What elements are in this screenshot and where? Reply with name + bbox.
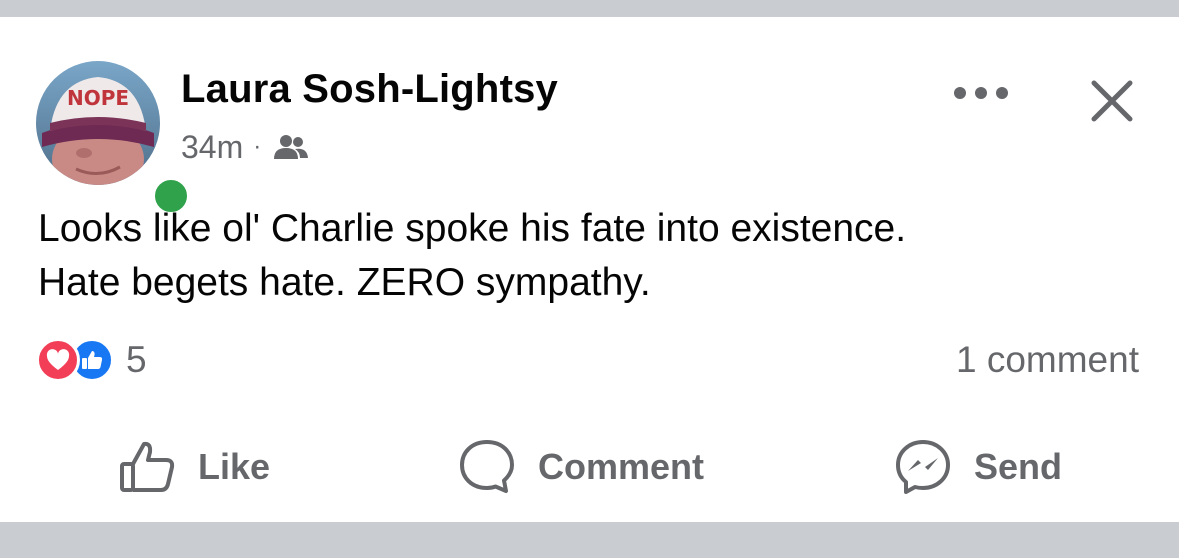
post-body-line: Hate begets hate. ZERO sympathy.	[38, 261, 651, 304]
messenger-icon	[896, 440, 950, 494]
post-card: NOPE Laura Sosh-Lightsy 34m · Looks like…	[0, 17, 1179, 522]
avatar-image: NOPE	[36, 61, 160, 185]
action-bar: Like Comment Send	[0, 437, 1179, 497]
avatar-hat-text: NOPE	[67, 86, 129, 110]
feed-divider-bottom	[0, 522, 1179, 558]
comment-bubble-icon	[460, 440, 514, 493]
avatar[interactable]: NOPE	[36, 61, 160, 185]
post-time[interactable]: 34m	[181, 129, 243, 166]
post-body-line: Looks like ol' Charlie spoke his fate in…	[38, 207, 907, 250]
friends-icon[interactable]	[273, 134, 309, 160]
send-label: Send	[974, 446, 1063, 487]
comment-button[interactable]: Comment	[458, 437, 704, 497]
like-button[interactable]: Like	[118, 437, 270, 497]
close-button[interactable]	[1084, 73, 1140, 129]
feed-divider-top	[0, 0, 1179, 17]
thumbs-up-icon	[120, 441, 175, 492]
meta-separator: ·	[253, 133, 262, 160]
post-meta: 34m ·	[181, 127, 309, 167]
reaction-count: 5	[126, 339, 147, 380]
close-icon	[1091, 80, 1133, 122]
more-options-button[interactable]	[952, 73, 1010, 113]
avatar-container[interactable]: NOPE	[36, 61, 192, 217]
comment-count-link[interactable]: 1 comment	[956, 337, 1139, 383]
like-label: Like	[198, 446, 271, 487]
send-button[interactable]: Send	[894, 437, 1062, 497]
more-dots-icon	[954, 87, 1008, 99]
author-name[interactable]: Laura Sosh-Lightsy	[181, 67, 558, 112]
love-reaction-icon	[36, 338, 80, 382]
post-body: Looks like ol' Charlie spoke his fate in…	[38, 202, 1148, 310]
comment-label: Comment	[538, 446, 705, 487]
post-screen: NOPE Laura Sosh-Lightsy 34m · Looks like…	[0, 0, 1179, 558]
reactions-summary[interactable]: 5	[36, 337, 147, 383]
